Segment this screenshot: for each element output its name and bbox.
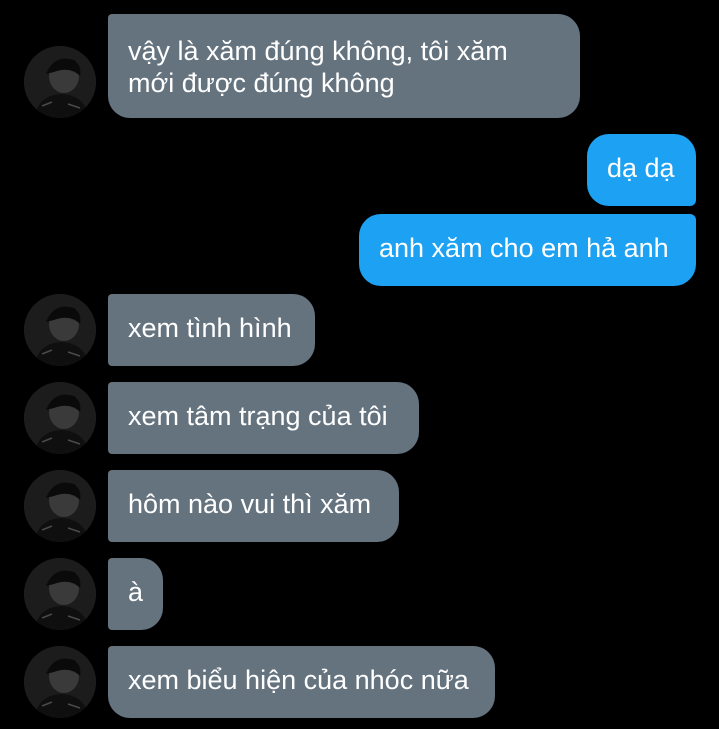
avatar-photo-icon <box>24 382 96 454</box>
outgoing-message[interactable]: dạ dạ <box>587 134 696 206</box>
incoming-message[interactable]: xem biểu hiện của nhóc nữa <box>108 646 495 718</box>
avatar-photo-icon <box>24 558 96 630</box>
contact-avatar[interactable] <box>24 646 96 718</box>
avatar-photo-icon <box>24 46 96 118</box>
incoming-message[interactable]: vậy là xăm đúng không, tôi xăm mới được … <box>108 14 580 118</box>
incoming-message[interactable]: à <box>108 558 163 630</box>
contact-avatar[interactable] <box>24 470 96 542</box>
contact-avatar[interactable] <box>24 294 96 366</box>
incoming-message[interactable]: xem tình hình <box>108 294 315 366</box>
outgoing-message[interactable]: anh xăm cho em hả anh <box>359 214 696 286</box>
incoming-message[interactable]: xem tâm trạng của tôi <box>108 382 419 454</box>
avatar-photo-icon <box>24 470 96 542</box>
contact-avatar[interactable] <box>24 558 96 630</box>
contact-avatar[interactable] <box>24 46 96 118</box>
avatar-photo-icon <box>24 294 96 366</box>
incoming-message[interactable]: hôm nào vui thì xăm <box>108 470 399 542</box>
contact-avatar[interactable] <box>24 382 96 454</box>
avatar-photo-icon <box>24 646 96 718</box>
